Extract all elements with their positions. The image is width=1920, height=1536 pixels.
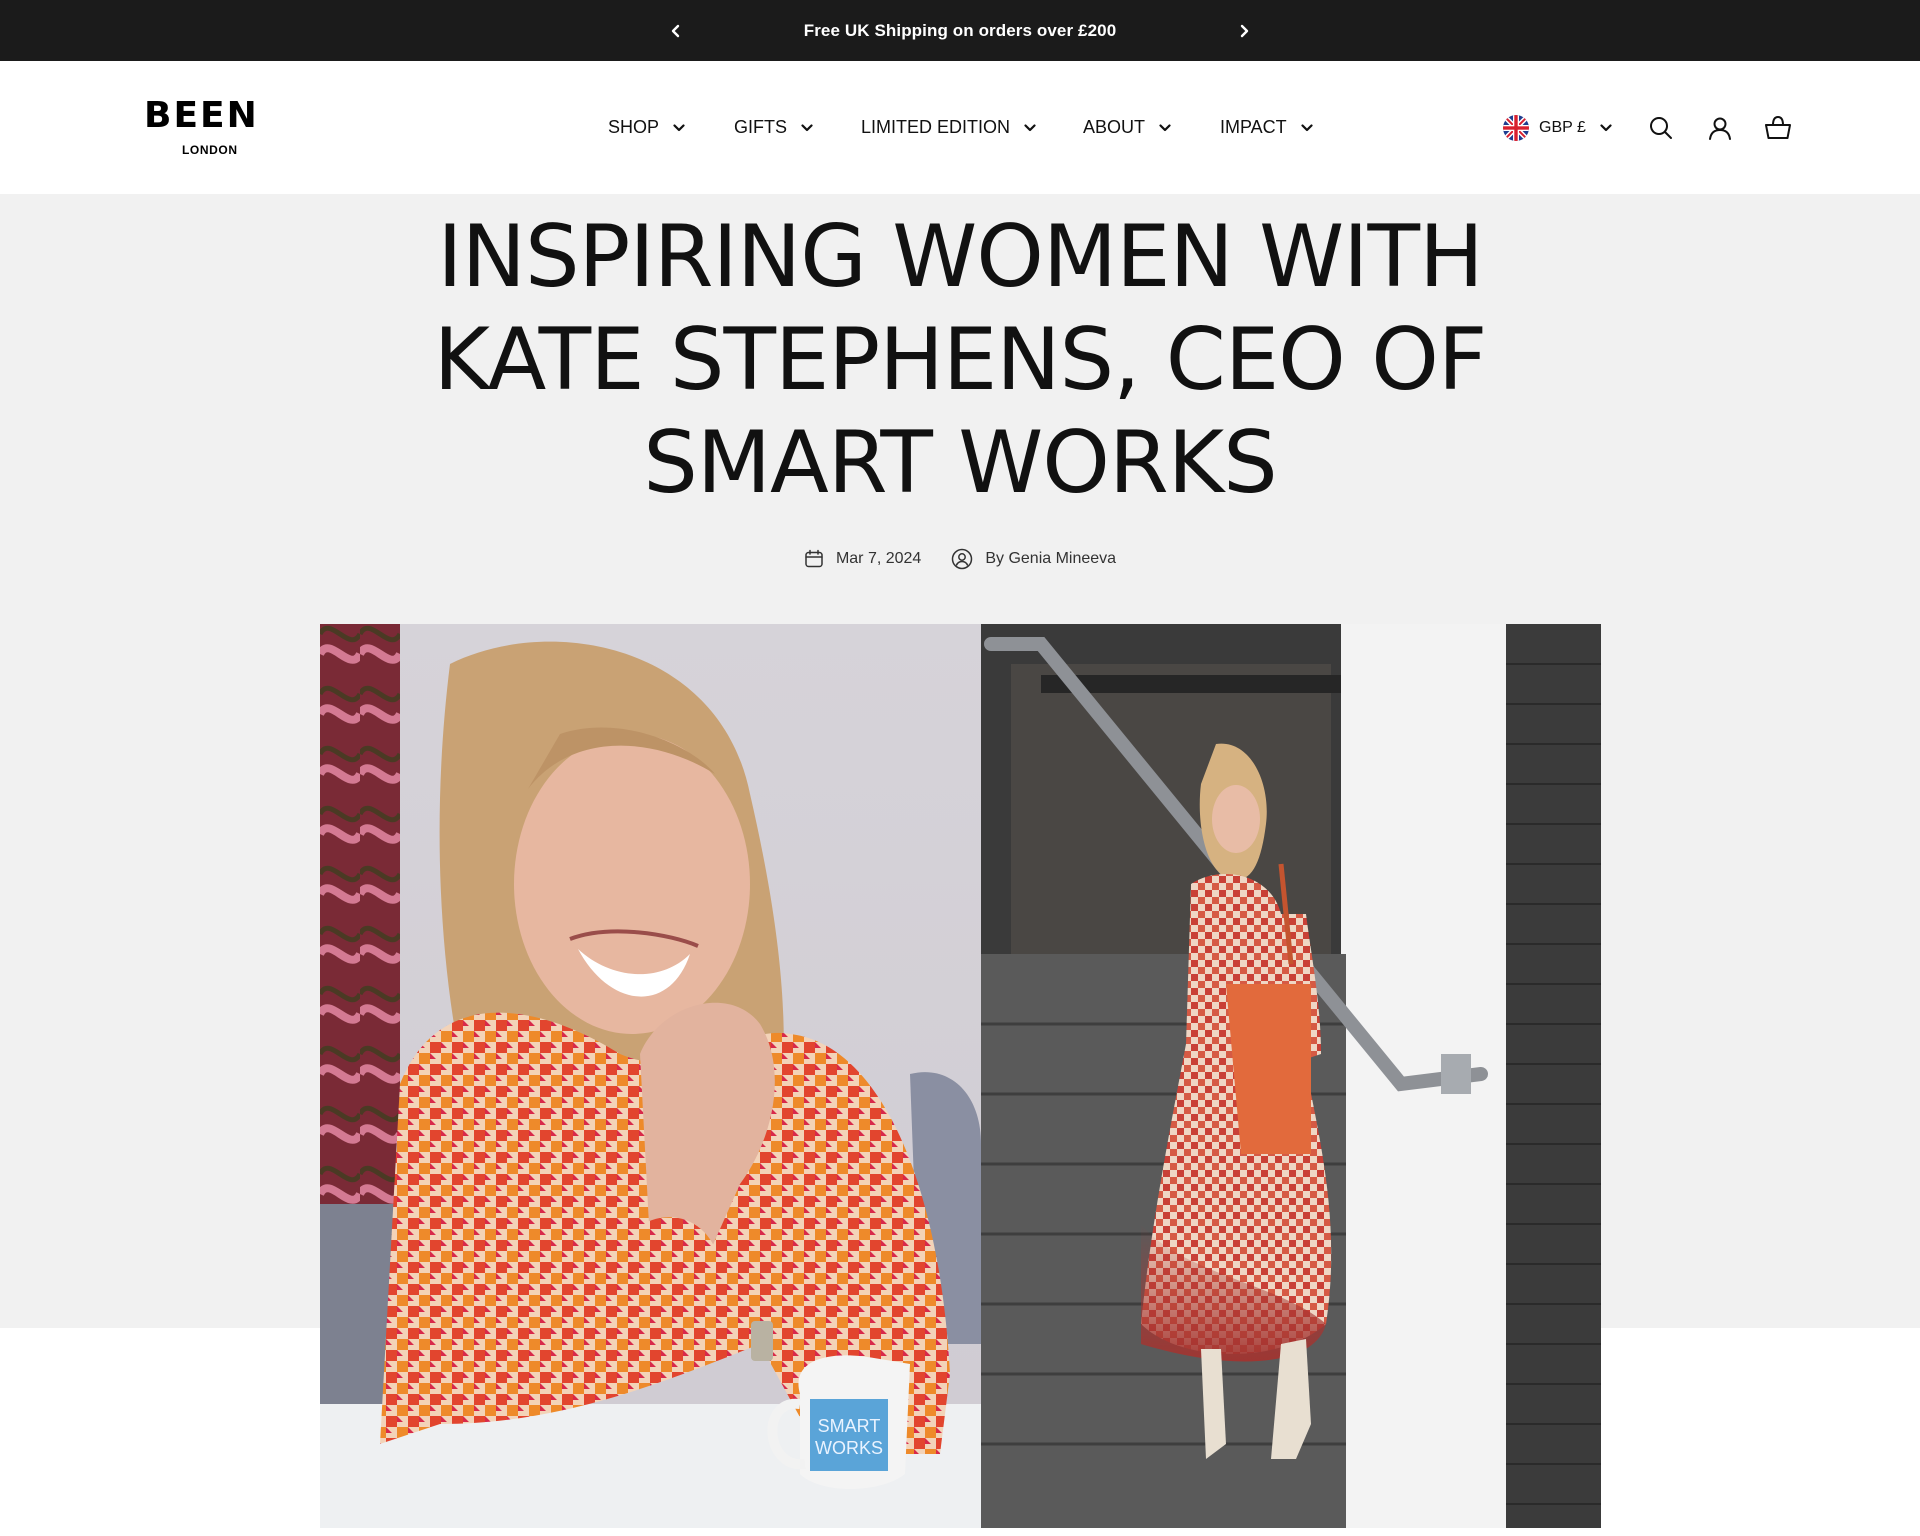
search-button[interactable] <box>1646 113 1676 143</box>
article-meta: Mar 7, 2024 By Genia Mineeva <box>0 546 1920 572</box>
nav-item-about[interactable]: ABOUT <box>1083 61 1171 194</box>
chevron-down-icon <box>1159 123 1171 131</box>
currency-selector[interactable]: GBP £ <box>1503 112 1612 144</box>
nav-item-limited-edition[interactable]: LIMITED EDITION <box>861 61 1036 194</box>
article-author-text: By Genia Mineeva <box>985 550 1117 567</box>
announcement-text: Free UK Shipping on orders over £200 <box>803 21 1117 40</box>
brand-location: LONDON <box>182 143 238 157</box>
site-header: BEEN LONDON SHOP GIFTS LIMITED EDITION A… <box>0 61 1920 194</box>
svg-text:WORKS: WORKS <box>815 1438 883 1458</box>
account-button[interactable] <box>1705 113 1735 143</box>
nav-item-label: GIFTS <box>734 117 787 137</box>
brand-name: BEEN <box>144 95 259 136</box>
portrait-photo: SMART WORKS <box>320 624 981 1528</box>
announcement-bar: Free UK Shipping on orders over £200 <box>0 0 1920 61</box>
currency-label: GBP £ <box>1539 119 1586 136</box>
mug-label: SMART <box>818 1416 881 1436</box>
chevron-down-icon <box>1024 123 1036 131</box>
user-circle-icon <box>952 548 973 570</box>
nav-item-label: ABOUT <box>1083 117 1146 137</box>
nav-item-shop[interactable]: SHOP <box>608 61 685 194</box>
cart-button[interactable] <box>1763 113 1793 143</box>
account-icon <box>1709 117 1731 140</box>
chevron-down-icon <box>1301 123 1313 131</box>
announcement-next-button[interactable] <box>1231 18 1257 44</box>
chevron-right-icon <box>1240 24 1249 38</box>
basket-icon <box>1765 115 1791 139</box>
article-author: By Genia Mineeva <box>951 548 1116 570</box>
chevron-down-icon <box>1600 124 1612 132</box>
brand-logo[interactable]: BEEN LONDON <box>144 95 286 158</box>
search-icon <box>1650 117 1672 139</box>
calendar-icon <box>805 549 823 568</box>
chevron-down-icon <box>801 123 813 131</box>
article-title: INSPIRING WOMEN WITH KATE STEPHENS, CEO … <box>433 207 1488 513</box>
nav-item-label: LIMITED EDITION <box>861 117 1011 137</box>
nav-item-label: IMPACT <box>1220 117 1287 137</box>
article-date: Mar 7, 2024 <box>804 549 921 569</box>
nav-item-label: SHOP <box>608 117 660 137</box>
article-date-text: Mar 7, 2024 <box>835 550 922 567</box>
nav-item-impact[interactable]: IMPACT <box>1220 61 1313 194</box>
nav-item-gifts[interactable]: GIFTS <box>734 61 813 194</box>
standing-photo <box>981 624 1601 1528</box>
chevron-down-icon <box>673 123 685 131</box>
hero-image: SMART WORKS <box>320 624 1601 1528</box>
uk-flag-icon <box>1503 115 1529 141</box>
